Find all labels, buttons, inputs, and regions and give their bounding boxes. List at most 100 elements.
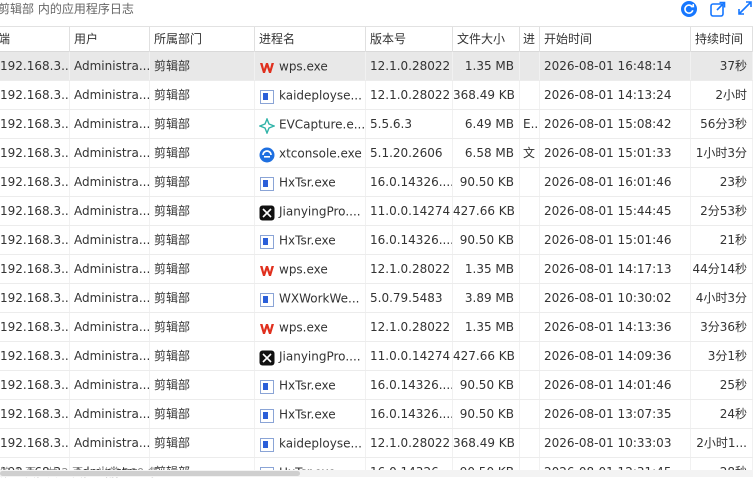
cell-start: 2026-08-01 16:01:46	[540, 168, 691, 196]
cell-process2	[520, 458, 540, 470]
table-row[interactable]: 192.168.3...Administra...剪辑部 HxTsr.exe 16.…	[0, 371, 753, 400]
cell-dept: 剪辑部	[150, 197, 255, 225]
cell-duration: 56分3秒	[691, 110, 753, 138]
table-row[interactable]: 192.168.3... Administra... 剪辑部 wps.exe 12.1.…	[0, 255, 753, 284]
cell-duration: 37秒	[691, 52, 753, 80]
process-name: EVCapture.e...	[279, 117, 366, 132]
cell-dept: 剪辑部	[150, 110, 255, 138]
cell-size: 90.50 KB	[453, 168, 520, 196]
table-row[interactable]: 192.168.3... Administra... 剪辑部 xtconsole.ex…	[0, 139, 753, 168]
process-name: xtconsole.exe	[279, 146, 362, 161]
table-row[interactable]: 192.168.3...Administra...剪辑部 HxTsr.exe 16.…	[0, 226, 753, 255]
cell-dept: 剪辑部	[150, 284, 255, 312]
cell-duration: 1小时3分	[691, 139, 753, 167]
refresh-icon[interactable]	[680, 0, 698, 18]
header-user[interactable]: 用户	[70, 27, 150, 52]
table-row[interactable]: 192.168.3... Administra... 剪辑部 WXWorkWe... 5…	[0, 284, 753, 313]
generic-app-icon	[259, 406, 275, 423]
cell-start: 2026-08-01 15:01:33	[540, 139, 691, 167]
cell-ip: 192.168.3...	[0, 255, 70, 283]
export-icon[interactable]	[709, 0, 727, 18]
cell-user: Administra...	[70, 255, 150, 283]
cell-start: 2026-08-01 16:48:14	[540, 52, 691, 80]
cell-ip: 192.168.3...	[0, 226, 70, 254]
cell-duration: 44分14秒	[691, 255, 753, 283]
cell-duration: 2小时	[691, 81, 753, 109]
header-dept[interactable]: 所属部门	[150, 27, 255, 52]
title-bar: 剪辑部 内的应用程序日志	[0, 0, 753, 26]
table-row[interactable]: 192.168.3...Administra...剪辑部 HxTsr.exe 16.…	[0, 400, 753, 429]
table-row[interactable]: 192.168.3... Administra... 剪辑部 kaideployse.…	[0, 429, 753, 458]
cell-size: 1.35 MB	[453, 255, 520, 283]
cell-version: 5.1.20.2606	[366, 139, 453, 167]
cell-process: JianyingPro....	[255, 197, 366, 225]
header-duration[interactable]: 持续时间	[691, 27, 753, 52]
header-process2[interactable]: 进	[520, 27, 540, 52]
cell-start: 2026-08-01 14:17:13	[540, 255, 691, 283]
cell-size: 6.58 MB	[453, 139, 520, 167]
table-row[interactable]: 192.168.3... Administra... 剪辑部 JianyingPro.…	[0, 342, 753, 371]
cell-user: Administra...	[70, 342, 150, 370]
cell-process: wps.exe	[255, 255, 366, 283]
cell-process: JianyingPro....	[255, 342, 366, 370]
cell-dept: 剪辑部	[150, 139, 255, 167]
cell-start: 2026-08-01 15:44:45	[540, 197, 691, 225]
cell-size: 90.50 KB	[453, 371, 520, 399]
cell-duration: 25秒	[691, 371, 753, 399]
cell-ip: 192.168.3...	[0, 197, 70, 225]
cell-start: 2026-08-01 15:08:42	[540, 110, 691, 138]
cell-process2: E...	[520, 110, 540, 138]
cell-ip: 192.168.3...	[0, 284, 70, 312]
cell-start: 2026-08-01 15:01:46	[540, 226, 691, 254]
table-row[interactable]: 192.168.3... Administra... 剪辑部 wps.exe 12.1.…	[0, 313, 753, 342]
cell-process2	[520, 400, 540, 428]
table-row[interactable]: 192.168.3... Administra... 剪辑部 kaideployse.…	[0, 81, 753, 110]
cell-size: 368.49 KB	[453, 81, 520, 109]
cell-duration: 28秒	[691, 458, 753, 470]
table-row[interactable]: 192.168.3...Administra...剪辑部 HxTsr.exe 16.…	[0, 168, 753, 197]
cell-dept: 剪辑部	[150, 255, 255, 283]
process-name: WXWorkWe...	[279, 291, 360, 306]
cell-process: kaideployse...	[255, 429, 366, 457]
expand-icon[interactable]	[737, 0, 753, 18]
cell-dept: 剪辑部	[150, 400, 255, 428]
cell-process: EVCapture.e...	[255, 110, 366, 138]
table-row[interactable]: 192.168.3... Administra... 剪辑部 JianyingPro.…	[0, 197, 753, 226]
wps-icon	[259, 319, 275, 335]
cell-version: 12.1.0.28022	[366, 52, 453, 80]
cell-size: 90.50 KB	[453, 400, 520, 428]
cell-duration: 3分1秒	[691, 342, 753, 370]
cell-size: 90.50 KB	[453, 226, 520, 254]
cell-start: 2026-08-01 14:01:46	[540, 371, 691, 399]
cell-process: wps.exe	[255, 313, 366, 341]
cell-duration: 2分53秒	[691, 197, 753, 225]
process-name: kaideployse...	[279, 88, 362, 103]
cell-size: 368.49 KB	[453, 429, 520, 457]
cell-version: 16.0.14326....	[366, 168, 453, 196]
cell-size: 90.50 KB	[453, 458, 520, 470]
cell-size: 1.35 MB	[453, 52, 520, 80]
generic-app-icon	[259, 290, 275, 307]
table-row[interactable]: 192.168.3... Administra... 剪辑部 EVCapture.e.…	[0, 110, 753, 139]
header-ip[interactable]: 端	[0, 27, 70, 52]
generic-app-icon	[259, 174, 275, 191]
header-process[interactable]: 进程名	[255, 27, 366, 52]
cell-version: 11.0.0.14274	[366, 197, 453, 225]
cell-ip: 192.168.3...	[0, 139, 70, 167]
cell-process2	[520, 313, 540, 341]
evcapture-icon	[258, 116, 276, 135]
scrollbar-thumb[interactable]	[0, 471, 300, 476]
cell-user: Administra...	[70, 284, 150, 312]
horizontal-scrollbar[interactable]	[0, 470, 753, 477]
header-size[interactable]: 文件大小	[453, 27, 520, 52]
cell-start: 2026-08-01 13:07:35	[540, 400, 691, 428]
generic-app-icon	[259, 435, 275, 452]
header-start[interactable]: 开始时间	[540, 27, 691, 52]
cell-version: 16.0.14326....	[366, 400, 453, 428]
header-version[interactable]: 版本号	[366, 27, 453, 52]
cell-dept: 剪辑部	[150, 81, 255, 109]
table-row[interactable]: 192.168.3... Administra... 剪辑部 wps.exe 12.1.…	[0, 52, 753, 81]
cell-user: Administra...	[70, 110, 150, 138]
cell-process2	[520, 52, 540, 80]
cell-dept: 剪辑部	[150, 458, 255, 470]
